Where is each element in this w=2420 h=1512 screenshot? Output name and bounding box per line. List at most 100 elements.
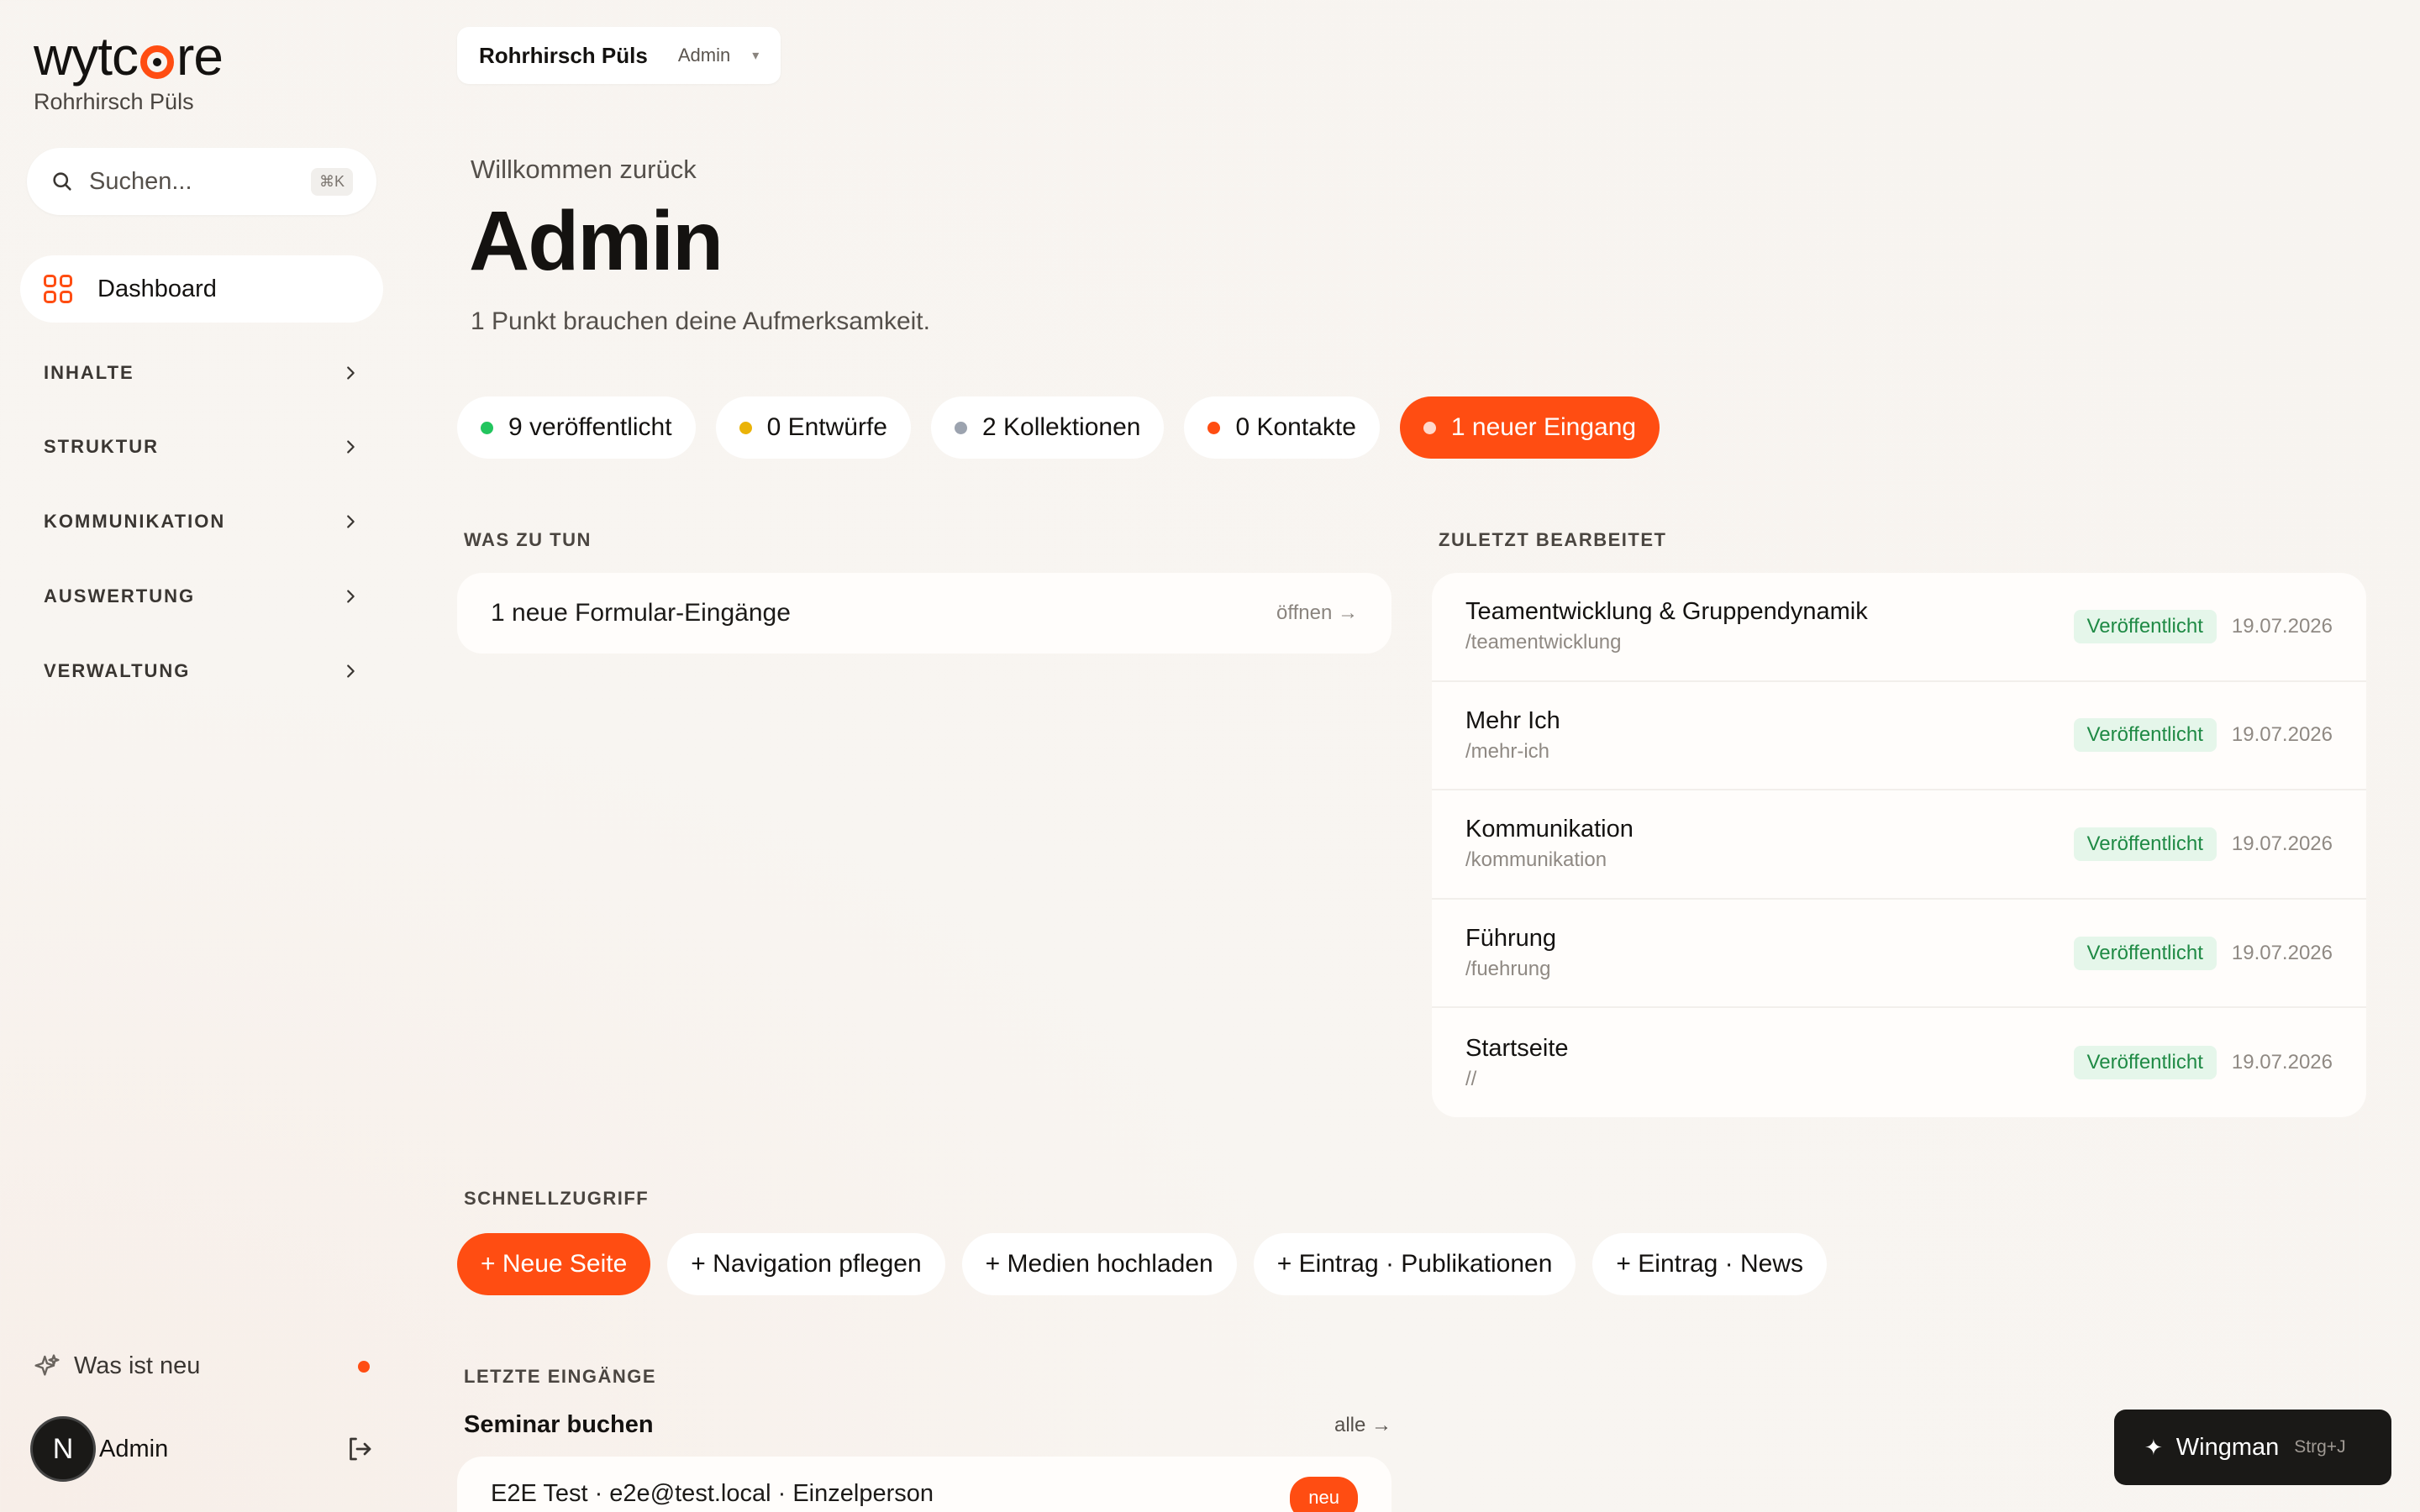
inbox-all-link[interactable]: alle → [1334, 1414, 1392, 1437]
welcome-text: Willkommen zurück [471, 155, 697, 184]
org-switcher[interactable]: Rohrhirsch Püls Admin ▾ [457, 27, 781, 84]
org-name: Rohrhirsch Püls [34, 89, 194, 114]
chevron-right-icon [347, 590, 355, 603]
inbox-entry[interactable]: E2E Test · e2e@test.local · Einzelperson… [457, 1457, 1392, 1512]
stat-pill-drafts[interactable]: 0 Entwürfe [715, 396, 911, 459]
recent-item-date: 19.07.2026 [2231, 941, 2333, 964]
quick-access-row: + Neue Seite + Navigation pflegen + Medi… [457, 1233, 1828, 1295]
stat-label: 9 veröffentlicht [508, 413, 672, 441]
recent-list: Teamentwicklung & Gruppendynamik/teament… [1432, 573, 2366, 1117]
nav-group-label: STRUKTUR [44, 436, 159, 457]
status-badge: Veröffentlicht [2073, 1046, 2217, 1080]
todo-heading: WAS ZU TUN [464, 529, 592, 550]
stat-pill-collections[interactable]: 2 Kollektionen [930, 396, 1165, 459]
recent-item-title: Teamentwicklung & Gruppendynamik [1465, 598, 1868, 626]
status-badge: Veröffentlicht [2073, 718, 2217, 753]
nav-group-label: AUSWERTUNG [44, 585, 196, 606]
nav-group-verwaltung[interactable]: VERWALTUNG [44, 660, 360, 682]
search-placeholder: Suchen... [89, 167, 192, 195]
recent-item-title: Kommunikation [1465, 816, 1634, 843]
attention-subtitle: 1 Punkt brauchen deine Aufmerksamkeit. [471, 307, 930, 335]
recent-item-date: 19.07.2026 [2231, 614, 2333, 638]
nav-item-dashboard[interactable]: Dashboard [20, 255, 383, 323]
dashboard-grid-icon [44, 275, 72, 303]
nav-group-inhalte[interactable]: INHALTE [44, 362, 360, 384]
recent-item-slug: /teamentwicklung [1465, 631, 1622, 654]
nav-item-dashboard-label: Dashboard [97, 275, 217, 302]
upload-media-button[interactable]: + Medien hochladen [961, 1233, 1237, 1295]
chevron-right-icon [347, 664, 355, 678]
sparkle-icon [34, 1353, 60, 1376]
nav-group-auswertung[interactable]: AUSWERTUNG [44, 585, 360, 607]
wingman-label: Wingman [2175, 1433, 2280, 1461]
recent-item[interactable]: Teamentwicklung & Gruppendynamik/teament… [1432, 573, 2366, 682]
brand-logo[interactable]: wytc re [34, 25, 224, 87]
search-shortcut: ⌘K [310, 167, 353, 196]
inbox-form-header: Seminar buchen alle → [464, 1411, 1392, 1439]
todo-item[interactable]: 1 neue Formular-Eingänge öffnen → [457, 573, 1392, 654]
chevron-right-icon [347, 515, 355, 528]
status-badge: Veröffentlicht [2073, 609, 2217, 643]
org-switcher-role: Admin [677, 45, 731, 66]
wingman-button[interactable]: ✦ Wingman Strg+J [2114, 1410, 2391, 1485]
avatar[interactable]: N [30, 1416, 96, 1482]
status-dot-icon [481, 421, 493, 434]
nav-group-struktur[interactable]: STRUKTUR [44, 436, 360, 458]
recent-item[interactable]: Mehr Ich/mehr-ich Veröffentlicht 19.07.2… [1432, 682, 2366, 791]
search-input[interactable]: Suchen... ⌘K [27, 148, 376, 215]
status-dot-icon [954, 421, 967, 434]
status-dot-icon [1423, 421, 1436, 434]
new-badge: neu [1290, 1477, 1358, 1512]
status-badge: Veröffentlicht [2073, 936, 2217, 970]
status-dot-icon [739, 421, 752, 434]
nav-group-kommunikation[interactable]: KOMMUNIKATION [44, 511, 360, 533]
page-title: Admin [469, 194, 723, 288]
todo-item-text: 1 neue Formular-Eingänge [491, 599, 791, 627]
stat-label: 1 neuer Eingang [1450, 413, 1637, 441]
nav-group-label: VERWALTUNG [44, 660, 191, 681]
stat-pill-new-inbox[interactable]: 1 neuer Eingang [1399, 396, 1660, 459]
stat-label: 2 Kollektionen [981, 413, 1141, 441]
inbox-form-title: Seminar buchen [464, 1411, 654, 1438]
logout-icon[interactable] [345, 1434, 375, 1464]
recent-item-date: 19.07.2026 [2231, 1051, 2333, 1074]
status-badge: Veröffentlicht [2073, 827, 2217, 861]
new-publication-entry-button[interactable]: + Eintrag · Publikationen [1253, 1233, 1576, 1295]
user-name: Admin [99, 1435, 169, 1462]
recent-item[interactable]: Führung/fuehrung Veröffentlicht 19.07.20… [1432, 900, 2366, 1009]
edit-navigation-button[interactable]: + Navigation pflegen [667, 1233, 945, 1295]
chevron-right-icon [347, 366, 355, 380]
stats-row: 9 veröffentlicht 0 Entwürfe 2 Kollektion… [457, 396, 1660, 459]
recent-item-date: 19.07.2026 [2231, 832, 2333, 855]
recent-item-date: 19.07.2026 [2231, 723, 2333, 747]
whats-new-link[interactable]: Was ist neu [34, 1352, 370, 1380]
user-menu[interactable]: N Admin [30, 1416, 375, 1482]
recent-item-title: Führung [1465, 925, 1557, 953]
recent-item-slug: /kommunikation [1465, 848, 1607, 872]
org-switcher-name: Rohrhirsch Püls [479, 42, 648, 68]
stat-pill-contacts[interactable]: 0 Kontakte [1184, 396, 1380, 459]
todo-open-link[interactable]: öffnen → [1276, 601, 1358, 625]
logo-text-start: wytc [34, 26, 139, 87]
logo-text-end: re [176, 26, 224, 87]
new-page-button[interactable]: + Neue Seite [457, 1233, 651, 1295]
sparkle-icon: ✦ [2144, 1434, 2163, 1460]
recent-heading: ZULETZT BEARBEITET [1439, 529, 1667, 550]
recent-item-title: Mehr Ich [1465, 706, 1560, 734]
status-dot-icon [1207, 421, 1221, 434]
nav-group-label: INHALTE [44, 362, 134, 383]
recent-item[interactable]: Kommunikation/kommunikation Veröffentlic… [1432, 790, 2366, 900]
new-news-entry-button[interactable]: + Eintrag · News [1592, 1233, 1828, 1295]
recent-item[interactable]: Startseite // Veröffentlicht 19.07.2026 [1432, 1008, 2366, 1117]
chevron-right-icon [347, 440, 355, 454]
stat-label: 0 Entwürfe [766, 413, 887, 441]
stat-pill-published[interactable]: 9 veröffentlicht [457, 396, 696, 459]
stat-label: 0 Kontakte [1235, 413, 1356, 441]
whats-new-label: Was ist neu [74, 1352, 201, 1379]
logo-o-mark-icon [140, 45, 174, 79]
recent-item-title: Startseite [1465, 1034, 1569, 1062]
recent-item-slug: /mehr-ich [1465, 739, 1550, 763]
inbox-heading: LETZTE EINGÄNGE [464, 1366, 657, 1387]
notification-dot [358, 1360, 370, 1373]
recent-item-slug: /fuehrung [1465, 958, 1551, 981]
